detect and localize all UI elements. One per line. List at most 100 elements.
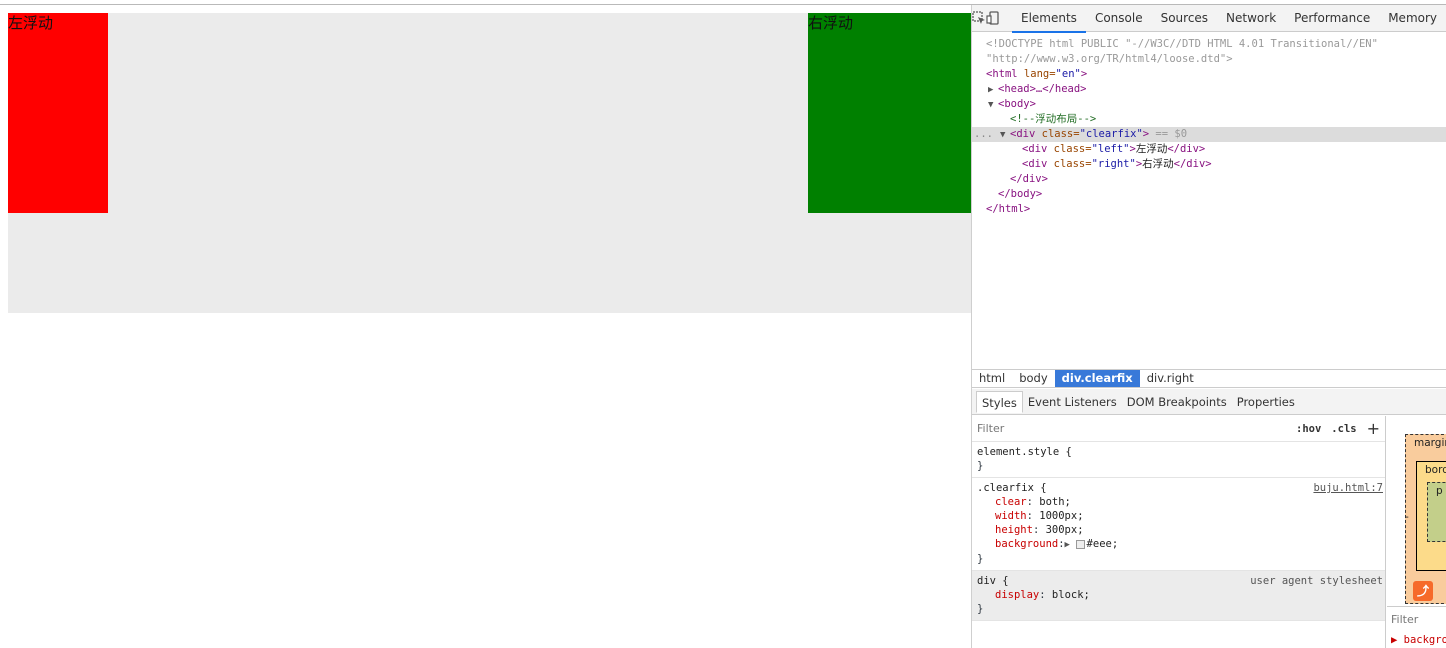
dom-line-left[interactable]: <div class="left">左浮动</div> — [972, 142, 1446, 157]
layout-comment: <!--浮动布局--> — [1010, 113, 1097, 125]
more-options-icon[interactable]: ... — [974, 127, 993, 142]
expand-triangle-icon[interactable]: ▶ — [988, 83, 998, 98]
collapse-triangle-icon[interactable]: ▼ — [1000, 128, 1010, 143]
right-float-box: 右浮动 — [808, 13, 971, 213]
dom-line-html-close[interactable]: </html> — [972, 202, 1446, 217]
dom-line-html[interactable]: <html lang="en"> — [972, 67, 1446, 82]
sidebar-tabs: Styles Event Listeners DOM Breakpoints P… — [972, 389, 1446, 415]
left-class-value: "left" — [1091, 143, 1130, 155]
box-model-pane: margin bord p - ⤴ Filter ▶ backgro — [1387, 416, 1446, 648]
inspect-element-icon[interactable] — [972, 5, 986, 32]
margin-label: margin — [1414, 437, 1446, 449]
tab-memory[interactable]: Memory — [1379, 5, 1446, 32]
body-open-tag: <body> — [998, 98, 1036, 110]
rule-close-brace: } — [977, 460, 984, 472]
breadcrumb-div-clearfix[interactable]: div.clearfix — [1054, 370, 1140, 387]
prop-value: both; — [1039, 496, 1071, 508]
tab-elements[interactable]: Elements — [1012, 5, 1086, 33]
dom-line-comment[interactable]: <!--浮动布局--> — [972, 112, 1446, 127]
clearfix-rule[interactable]: .clearfix { buju.html:7 clear: both; wid… — [972, 478, 1385, 571]
tab-network[interactable]: Network — [1217, 5, 1285, 32]
left-float-label: 左浮动 — [8, 14, 54, 32]
tab-styles[interactable]: Styles — [976, 390, 1023, 413]
css-prop-height[interactable]: height: 300px; — [977, 523, 1380, 537]
html-close-tag: </html> — [986, 203, 1031, 215]
tab-console[interactable]: Console — [1086, 5, 1152, 32]
breadcrumb: html body div.clearfix div.right — [972, 369, 1446, 388]
user-agent-source: user agent stylesheet — [1250, 575, 1383, 587]
dom-line-clearfix-selected[interactable]: ... ▼ <div class="clearfix"> == $0 — [972, 127, 1446, 142]
right-class-value: "right" — [1091, 158, 1136, 170]
prop-name: background — [995, 538, 1059, 550]
tab-performance[interactable]: Performance — [1285, 5, 1379, 32]
box-model-border[interactable]: bord p — [1416, 461, 1446, 571]
right-class-attr: class= — [1047, 158, 1092, 170]
collapse-triangle-icon[interactable]: ▼ — [988, 98, 998, 113]
breadcrumb-body[interactable]: body — [1012, 370, 1054, 387]
user-agent-div-rule[interactable]: div { user agent stylesheet display: blo… — [972, 571, 1385, 621]
element-style-rule[interactable]: element.style { } — [972, 442, 1385, 478]
css-prop-background[interactable]: background:▶ #eee; — [977, 537, 1380, 552]
head-tag: <head>…</head> — [998, 83, 1087, 95]
html-lang-attr: lang= — [1017, 68, 1056, 80]
prop-value: 1000px; — [1039, 510, 1084, 522]
dom-line-doctype[interactable]: <!DOCTYPE html PUBLIC "-//W3C//DTD HTML … — [972, 37, 1446, 52]
div-class-value: "clearfix" — [1079, 128, 1143, 140]
div-open-tag: <div — [1010, 128, 1036, 140]
dom-tree: <!DOCTYPE html PUBLIC "-//W3C//DTD HTML … — [972, 33, 1446, 369]
tab-properties[interactable]: Properties — [1232, 391, 1300, 413]
prop-value: 300px; — [1045, 524, 1084, 536]
left-close-tag: </div> — [1167, 143, 1206, 155]
computed-filter-input[interactable]: Filter — [1387, 606, 1446, 630]
devtools-panel: Elements Console Sources Network Perform… — [971, 5, 1446, 648]
left-float-box: 左浮动 — [8, 13, 108, 213]
device-toolbar-icon[interactable] — [986, 5, 1000, 32]
dom-line-div-close[interactable]: </div> — [972, 172, 1446, 187]
styles-filter-bar: Filter :hov .cls + — [972, 416, 1385, 442]
breadcrumb-html[interactable]: html — [972, 370, 1012, 387]
class-toggle[interactable]: .cls — [1331, 423, 1356, 435]
css-prop-display[interactable]: display: block; — [977, 588, 1380, 602]
breadcrumb-div-right[interactable]: div.right — [1140, 370, 1201, 387]
prop-name: display — [995, 589, 1040, 601]
page-viewport: 左浮动 右浮动 — [0, 5, 971, 648]
box-model-padding[interactable]: p — [1427, 482, 1446, 542]
devtools-toolbar: Elements Console Sources Network Perform… — [972, 5, 1446, 33]
css-prop-clear[interactable]: clear: both; — [977, 495, 1380, 509]
extension-icon[interactable]: ⤴ — [1413, 581, 1433, 601]
css-prop-width[interactable]: width: 1000px; — [977, 509, 1380, 523]
border-label: bord — [1425, 464, 1446, 476]
hover-state-toggle[interactable]: :hov — [1296, 423, 1321, 435]
padding-label: p — [1436, 485, 1443, 497]
styles-pane: Filter :hov .cls + element.style { } .cl… — [972, 416, 1386, 648]
right-text-node: 右浮动 — [1142, 158, 1174, 170]
tab-dom-breakpoints[interactable]: DOM Breakpoints — [1122, 391, 1232, 413]
tab-event-listeners[interactable]: Event Listeners — [1023, 391, 1122, 413]
new-rule-icon[interactable]: + — [1367, 419, 1380, 438]
color-swatch[interactable] — [1075, 539, 1085, 549]
left-div-tag: <div — [1022, 143, 1048, 155]
prop-value: block; — [1051, 589, 1090, 601]
right-float-label: 右浮动 — [808, 14, 854, 32]
rule-close-brace: } — [977, 603, 984, 615]
left-text-node: 左浮动 — [1135, 143, 1168, 155]
dom-line-doctype-2[interactable]: "http://www.w3.org/TR/html4/loose.dtd"> — [972, 52, 1446, 67]
right-div-tag: <div — [1022, 158, 1048, 170]
prop-name: width — [995, 510, 1027, 522]
element-style-selector: element.style { — [977, 446, 1072, 458]
rule-close-brace: } — [977, 553, 984, 565]
dom-line-head[interactable]: ▶ <head>…</head> — [972, 82, 1446, 97]
prop-value: #eee; — [1086, 538, 1119, 550]
computed-background-prop[interactable]: ▶ backgro — [1391, 634, 1446, 646]
expand-triangle-icon[interactable]: ▶ — [1065, 538, 1074, 552]
styles-filter-input[interactable]: Filter — [977, 422, 1286, 435]
prop-name: height — [995, 524, 1033, 536]
html-lang-value: "en" — [1055, 68, 1081, 80]
dom-line-right[interactable]: <div class="right">右浮动</div> — [972, 157, 1446, 172]
clearfix-source-link[interactable]: buju.html:7 — [1313, 481, 1383, 495]
dom-line-body-close[interactable]: </body> — [972, 187, 1446, 202]
box-model-margin[interactable]: margin bord p - — [1405, 434, 1446, 604]
left-class-attr: class= — [1047, 143, 1092, 155]
dom-line-body[interactable]: ▼ <body> — [972, 97, 1446, 112]
tab-sources[interactable]: Sources — [1152, 5, 1217, 32]
